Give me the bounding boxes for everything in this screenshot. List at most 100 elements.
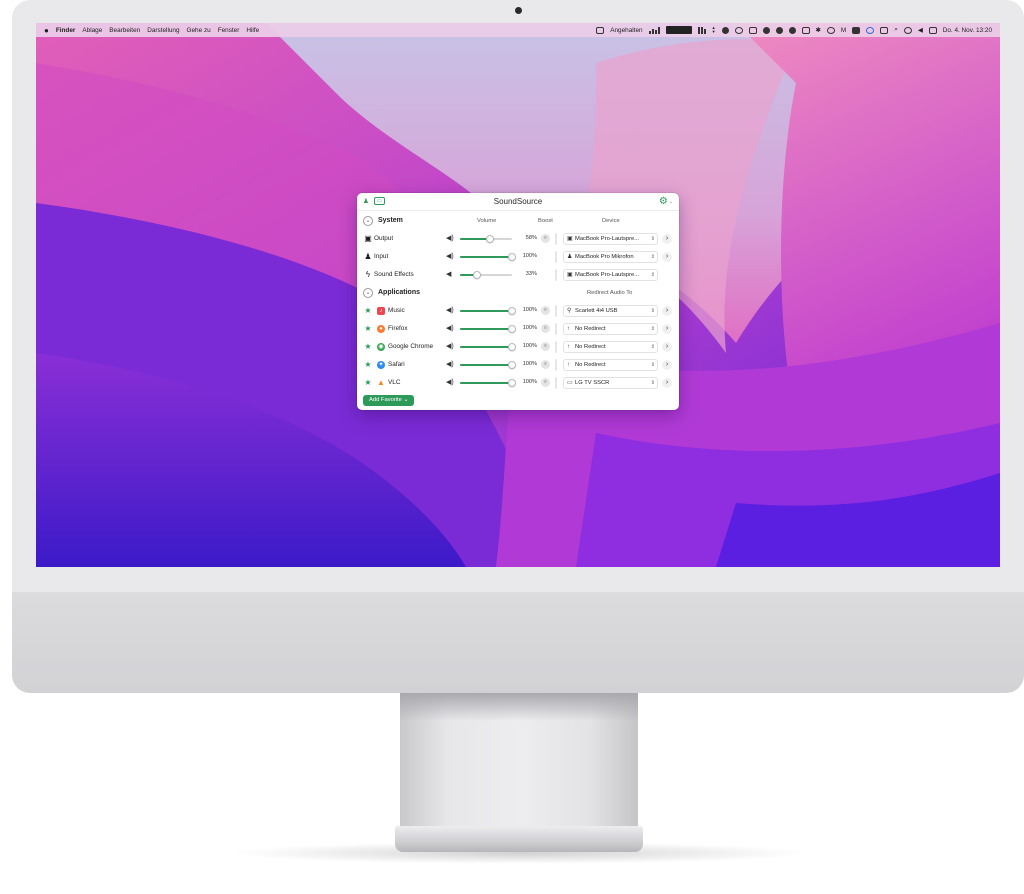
volume-slider[interactable]: [460, 253, 516, 261]
up-arrow-icon: ↑: [567, 362, 570, 368]
redirect-select[interactable]: ↑ No Redirect ⇕: [563, 323, 658, 335]
mute-speaker-icon[interactable]: ◀): [446, 378, 454, 386]
chevron-right-icon[interactable]: ›: [662, 306, 672, 316]
redirect-select[interactable]: ↑ No Redirect ⇕: [563, 341, 658, 353]
dropbox-icon[interactable]: [788, 26, 796, 34]
color-picker-icon[interactable]: [762, 26, 770, 34]
microphone-toggle-icon[interactable]: ♟: [363, 197, 369, 205]
device-select[interactable]: ♟ MacBook Pro Mikrofon ⇕: [563, 251, 658, 263]
cpu-graph-icon[interactable]: [648, 26, 660, 34]
volume-slider[interactable]: [460, 235, 512, 243]
menu-app-name[interactable]: Finder: [56, 27, 76, 34]
volume-slider[interactable]: [460, 307, 516, 315]
activity-graph-icon[interactable]: [665, 26, 692, 34]
volume-column-header: Volume: [477, 218, 497, 224]
volume-slider[interactable]: [460, 379, 516, 387]
menu-bearbeiten[interactable]: Bearbeiten: [109, 27, 140, 34]
app-row-music: ★ ♪ Music ◀) 100% ≡ ⚲ Scarlett 4i4 USB ⇕ ›: [357, 302, 679, 320]
redirect-select[interactable]: ↑ No Redirect ⇕: [563, 359, 658, 371]
applications-section-header: ⌄ Applications Redirect Audio To: [357, 284, 679, 302]
spotlight-search-icon[interactable]: ⌕: [894, 26, 898, 34]
boost-icon[interactable]: ≡: [541, 306, 550, 315]
control-center-icon[interactable]: [928, 26, 937, 34]
mute-speaker-icon[interactable]: ◀): [446, 252, 454, 260]
menu-ablage[interactable]: Ablage: [82, 27, 102, 34]
keyboard-icon[interactable]: [852, 26, 861, 34]
add-favorite-button[interactable]: Add Favorite ⌄: [363, 395, 415, 406]
mute-speaker-icon[interactable]: ◀): [446, 360, 454, 368]
meter-toggle-icon[interactable]: ▭: [373, 197, 385, 205]
favorite-star-icon[interactable]: ★: [363, 360, 373, 370]
record-icon[interactable]: [721, 26, 729, 34]
device-select[interactable]: ▣ MacBook Pro-Lautspre... ⇕: [563, 269, 658, 281]
collapse-system-icon[interactable]: ⌄: [363, 216, 373, 226]
boost-icon[interactable]: ≡: [541, 378, 550, 387]
menu-fenster[interactable]: Fenster: [218, 27, 240, 34]
redirect-select[interactable]: ⚲ Scarlett 4i4 USB ⇕: [563, 305, 658, 317]
menu-gehe-zu[interactable]: Gehe zu: [187, 27, 211, 34]
device-label: LG TV SSCR: [575, 380, 610, 386]
gmail-icon[interactable]: M: [841, 27, 846, 34]
memory-graph-icon[interactable]: [697, 26, 706, 34]
menu-hilfe[interactable]: Hilfe: [246, 27, 259, 34]
chevron-right-icon[interactable]: ›: [662, 324, 672, 334]
favorite-star-icon[interactable]: ★: [363, 306, 373, 316]
menu-bar: ● Finder Ablage Bearbeiten Darstellung G…: [36, 23, 1000, 37]
favorite-star-icon[interactable]: ★: [363, 324, 373, 334]
device-label: No Redirect: [575, 362, 606, 368]
collapse-applications-icon[interactable]: ⌄: [363, 288, 373, 298]
volume-icon[interactable]: ◀: [918, 26, 923, 34]
soundsource-window: ♟ ▭ SoundSource ⚙ ⌄ ⌄ System Volume Boos…: [357, 193, 679, 410]
volume-slider[interactable]: [460, 325, 516, 333]
bolt-icon: ϟ: [365, 270, 371, 279]
chevron-down-icon[interactable]: ⌄: [669, 199, 673, 205]
volume-percent: 100%: [522, 325, 537, 331]
timer-icon[interactable]: [826, 26, 835, 34]
imac-chin: [12, 590, 1024, 693]
menubar-status-icon[interactable]: [596, 26, 605, 34]
mute-speaker-icon[interactable]: ◀: [446, 270, 451, 278]
mute-speaker-icon[interactable]: ◀): [446, 324, 454, 332]
chevron-right-icon[interactable]: ›: [662, 378, 672, 388]
menu-darstellung[interactable]: Darstellung: [147, 27, 179, 34]
volume-slider[interactable]: [460, 271, 512, 279]
window-manager-icon[interactable]: [880, 26, 889, 34]
mute-speaker-icon[interactable]: ◀): [446, 306, 454, 314]
device-select[interactable]: ▣ MacBook Pro-Lautspre... ⇕: [563, 233, 658, 245]
system-row-input: ♟ Input ◀) 100% ♟ MacBook Pro Mikrofon ⇕ ›: [357, 248, 679, 266]
chevron-right-icon[interactable]: ›: [662, 360, 672, 370]
vlc-cone-icon: ▲: [377, 378, 385, 387]
soundsource-menubar-icon[interactable]: [866, 26, 875, 34]
chevron-right-icon[interactable]: ›: [662, 252, 672, 262]
bluetooth-icon[interactable]: ✱: [816, 26, 821, 34]
applications-section-title: Applications: [378, 289, 421, 296]
menubar-clock[interactable]: Do. 4. Nov. 13:20: [943, 27, 992, 34]
music-status-icon[interactable]: [775, 26, 783, 34]
vpn-icon[interactable]: [734, 26, 743, 34]
mute-speaker-icon[interactable]: ◀): [446, 342, 454, 350]
display-icon[interactable]: [748, 26, 757, 34]
device-label: MacBook Pro Mikrofon: [575, 254, 634, 260]
mute-speaker-icon[interactable]: ◀): [446, 234, 454, 242]
chevron-right-icon[interactable]: ›: [662, 234, 672, 244]
volume-percent: 33%: [525, 271, 537, 277]
boost-icon[interactable]: ≡: [541, 360, 550, 369]
calendar-icon[interactable]: [801, 26, 810, 34]
apple-menu-icon[interactable]: ●: [44, 26, 49, 35]
system-row-sound-effects: ϟ Sound Effects ◀ 33% ▣ MacBook Pro-Lauts…: [357, 266, 679, 284]
boost-icon[interactable]: ≡: [541, 234, 550, 243]
favorite-star-icon[interactable]: ★: [363, 378, 373, 388]
speaker-icon: ▣: [364, 234, 372, 243]
boost-icon[interactable]: ≡: [541, 324, 550, 333]
favorite-star-icon[interactable]: ★: [363, 342, 373, 352]
time-machine-icon[interactable]: [903, 26, 912, 34]
volume-slider[interactable]: [460, 343, 516, 351]
volume-slider[interactable]: [460, 361, 516, 369]
redirect-select[interactable]: ▭ LG TV SSCR ⇕: [563, 377, 658, 389]
chevron-right-icon[interactable]: ›: [662, 342, 672, 352]
network-stats-icon[interactable]: ▲ ▼: [712, 26, 716, 34]
boost-icon[interactable]: ≡: [541, 342, 550, 351]
menubar-status-text[interactable]: Angehalten: [610, 27, 642, 34]
settings-gear-icon[interactable]: ⚙: [659, 196, 668, 207]
device-label: MacBook Pro-Lautspre...: [575, 272, 640, 278]
